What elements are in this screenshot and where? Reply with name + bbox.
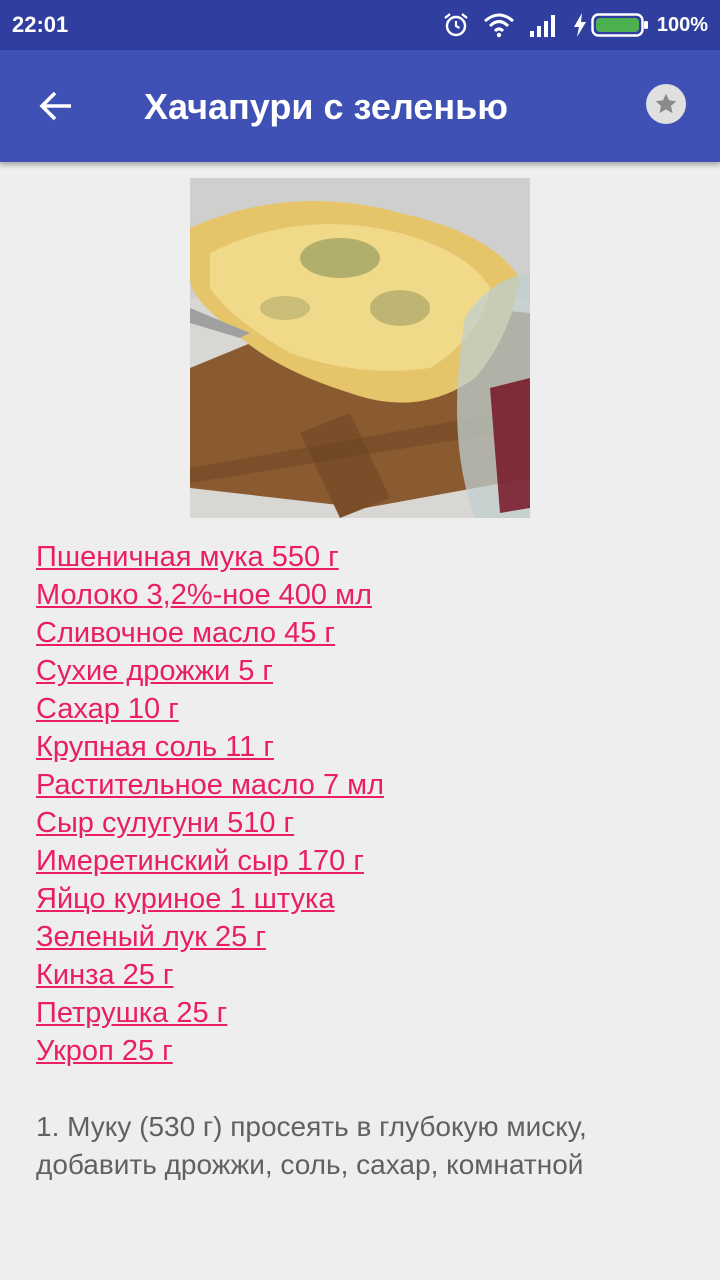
ingredient-link[interactable]: Сливочное масло 45 г bbox=[36, 617, 335, 649]
ingredient-link[interactable]: Пшеничная мука 550 г bbox=[36, 541, 339, 573]
ingredient-link[interactable]: Имеретинский сыр 170 г bbox=[36, 845, 364, 877]
ingredient-link[interactable]: Яйцо куриное 1 штука bbox=[36, 883, 334, 915]
favorite-button[interactable] bbox=[638, 76, 694, 132]
ingredient-link[interactable]: Крупная соль 11 г bbox=[36, 731, 274, 763]
list-item: Петрушка 25 г bbox=[36, 994, 384, 1032]
list-item: Имеретинский сыр 170 г bbox=[36, 842, 384, 880]
battery-percent: 100% bbox=[656, 13, 708, 36]
ingredient-link[interactable]: Молоко 3,2%-ное 400 мл bbox=[36, 579, 372, 611]
list-item: Молоко 3,2%-ное 400 мл bbox=[36, 576, 384, 614]
list-item: Кинза 25 г bbox=[36, 956, 384, 994]
arrow-left-icon bbox=[39, 91, 71, 121]
app-bar: Хачапури с зеленью bbox=[0, 50, 720, 162]
list-item: Пшеничная мука 550 г bbox=[36, 538, 384, 576]
list-item: Сахар 10 г bbox=[36, 690, 384, 728]
recipe-photo bbox=[190, 178, 530, 518]
ingredient-link[interactable]: Сухие дрожжи 5 г bbox=[36, 655, 273, 687]
page-title: Хачапури с зеленью bbox=[144, 86, 508, 127]
signal-icon bbox=[529, 15, 555, 37]
list-item: Крупная соль 11 г bbox=[36, 728, 384, 766]
ingredient-link[interactable]: Кинза 25 г bbox=[36, 959, 173, 991]
ingredient-link[interactable]: Укроп 25 г bbox=[36, 1035, 173, 1067]
ingredient-link[interactable]: Зеленый лук 25 г bbox=[36, 921, 266, 953]
charging-icon bbox=[573, 13, 586, 37]
ingredient-link[interactable]: Петрушка 25 г bbox=[36, 997, 227, 1029]
battery-icon bbox=[591, 13, 648, 37]
list-item: Сливочное масло 45 г bbox=[36, 614, 384, 652]
status-bar: 22:01 100% bbox=[0, 0, 720, 50]
ingredient-link[interactable]: Растительное масло 7 мл bbox=[36, 769, 384, 801]
back-button[interactable] bbox=[28, 78, 84, 134]
wifi-icon bbox=[483, 13, 514, 38]
ingredient-link[interactable]: Сахар 10 г bbox=[36, 693, 179, 725]
star-icon bbox=[655, 93, 677, 114]
instruction-text: 1. Муку (530 г) просеять в глубокую миск… bbox=[36, 1111, 587, 1180]
ingredients-list: Пшеничная мука 550 г Молоко 3,2%-ное 400… bbox=[36, 538, 384, 1070]
list-item: Укроп 25 г bbox=[36, 1032, 384, 1070]
status-icons: 100% bbox=[429, 10, 708, 40]
favorite-badge bbox=[646, 84, 686, 124]
alarm-icon bbox=[444, 13, 468, 37]
list-item: Сыр сулугуни 510 г bbox=[36, 804, 384, 842]
list-item: Сухие дрожжи 5 г bbox=[36, 652, 384, 690]
status-time: 22:01 bbox=[12, 12, 69, 37]
list-item: Зеленый лук 25 г bbox=[36, 918, 384, 956]
ingredient-link[interactable]: Сыр сулугуни 510 г bbox=[36, 807, 294, 839]
list-item: Яйцо куриное 1 штука bbox=[36, 880, 384, 918]
list-item: Растительное масло 7 мл bbox=[36, 766, 384, 804]
